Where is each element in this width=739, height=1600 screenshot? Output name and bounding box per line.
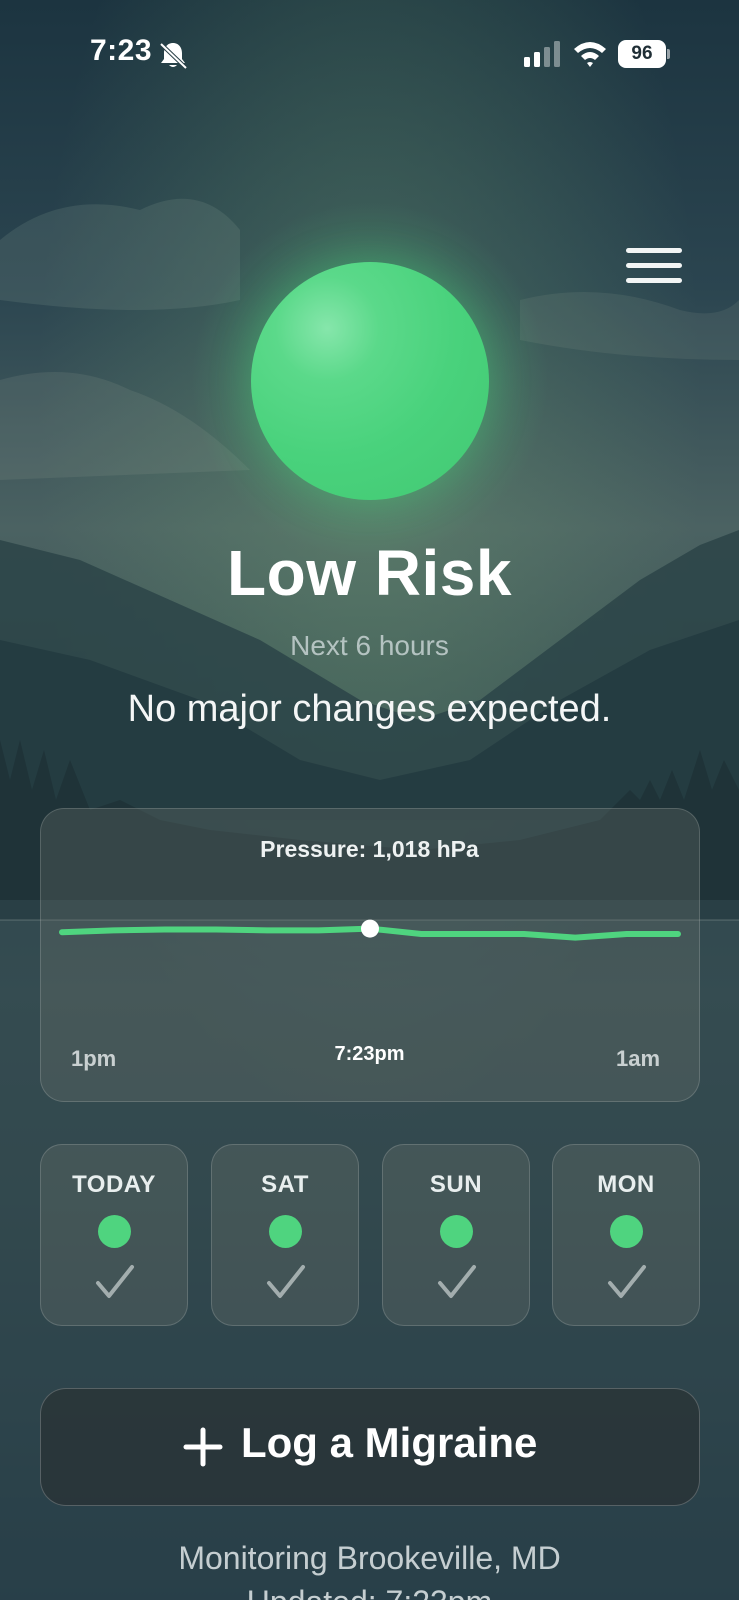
silent-mode-bell-icon: [159, 42, 188, 70]
risk-indicator-orb: [251, 262, 489, 500]
cellular-signal-icon: [524, 41, 560, 67]
status-bar-time: 7:23: [90, 34, 153, 67]
monitoring-location: Monitoring Brookeville, MD: [178, 1540, 561, 1576]
hamburger-menu-icon[interactable]: [622, 246, 684, 286]
battery-icon: 96: [618, 40, 670, 68]
forecast-day-mon[interactable]: MON: [552, 1144, 700, 1326]
checkmark-icon: [267, 1265, 305, 1298]
checkmark-icon: [608, 1265, 646, 1298]
log-migraine-label: Log a Migraine: [241, 1419, 538, 1466]
forecast-day-today[interactable]: TODAY: [40, 1144, 188, 1326]
forecast-day-sun[interactable]: SUN: [382, 1144, 530, 1326]
last-updated: Updated: 7:23pm: [0, 1584, 739, 1600]
plus-icon: [183, 1427, 223, 1467]
risk-dot-icon: [269, 1215, 302, 1248]
chart-tick-end: 1am: [616, 1046, 661, 1071]
battery-level: 96: [618, 40, 666, 68]
forecast-day-label: TODAY: [72, 1171, 156, 1198]
log-migraine-button[interactable]: Log a Migraine: [40, 1388, 700, 1506]
forecast-day-sat[interactable]: SAT: [211, 1144, 359, 1326]
risk-level-title: Low Risk: [227, 537, 512, 609]
forecast-day-label: SAT: [261, 1171, 309, 1198]
risk-dot-icon: [440, 1215, 473, 1248]
checkmark-icon: [438, 1265, 476, 1298]
risk-dot-icon: [98, 1215, 131, 1248]
risk-dot-icon: [610, 1215, 643, 1248]
forecast-day-label: MON: [597, 1171, 655, 1198]
forecast-day-label: SUN: [429, 1171, 483, 1198]
checkmark-icon: [96, 1265, 134, 1298]
current-time-marker: [361, 919, 379, 938]
risk-description: No major changes expected.: [127, 688, 612, 730]
wifi-icon: [574, 42, 606, 67]
risk-timeframe: Next 6 hours: [290, 630, 449, 661]
